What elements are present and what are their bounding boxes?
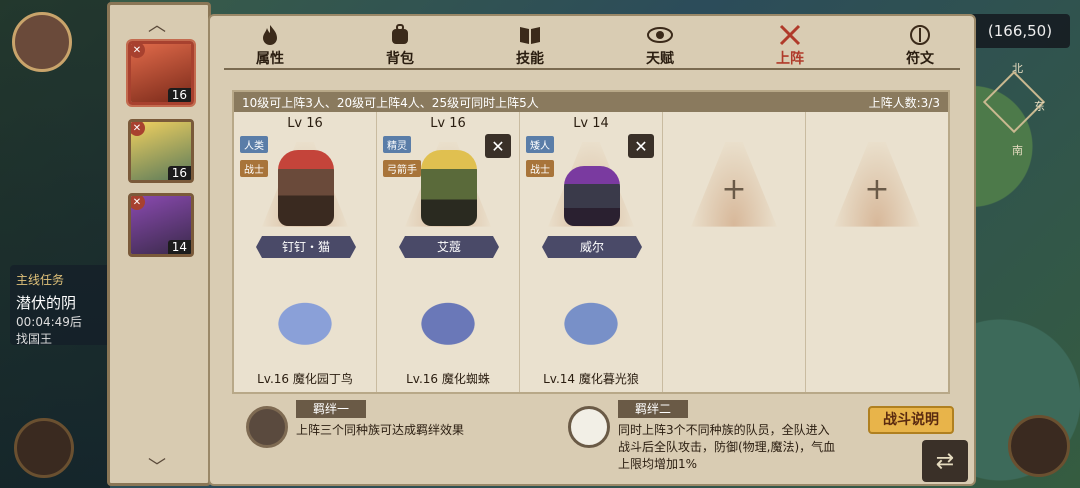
player-avatar[interactable] xyxy=(12,12,72,72)
hero-level: Lv 16 xyxy=(287,116,323,131)
empty-lineup-slot[interactable]: + xyxy=(663,112,806,392)
pet-name: Lv.16 魔化蜘蛛 xyxy=(406,372,490,386)
tab-label: 符文 xyxy=(906,51,934,67)
deployed-badge-icon: ✕ xyxy=(131,44,145,58)
lineup-header: 10级可上阵3人、20级可上阵4人、25级可同时上阵5人 上阵人数:3/3 xyxy=(234,92,948,112)
hero-name-banner: 钉钉・猫 xyxy=(256,236,356,258)
tab-label: 天赋 xyxy=(646,51,674,67)
roster-card-1[interactable]: ✕ 16 xyxy=(128,41,194,105)
hud-round-button-left[interactable] xyxy=(14,418,74,478)
scroll-up-icon[interactable]: ︿ xyxy=(148,11,166,37)
deployed-badge-icon: ✕ xyxy=(131,122,145,136)
tab-label: 属性 xyxy=(256,51,284,67)
race-tag: 矮人 xyxy=(526,136,554,153)
tab-attributes[interactable]: 属性 xyxy=(230,22,310,72)
hero-level: Lv 16 xyxy=(430,116,466,131)
pet-sprite xyxy=(395,282,501,358)
pet-name: Lv.14 魔化暮光狼 xyxy=(543,372,639,386)
lineup-rule: 10级可上阵3人、20级可上阵4人、25级可同时上阵5人 xyxy=(242,95,539,110)
class-tag: 弓箭手 xyxy=(383,160,421,177)
quest-tracker[interactable]: 主线任务 潜伏的阴 00:04:49后 找国王 xyxy=(10,265,110,346)
lineup-slot[interactable]: Lv 16 精灵 弓箭手 ✕ 艾蔻 Lv.16 魔化蜘蛛 xyxy=(377,112,520,392)
hud-round-button-right[interactable] xyxy=(1008,415,1070,477)
tab-lineup[interactable]: 上阵 xyxy=(750,22,830,72)
scroll-down-icon[interactable]: ﹀ xyxy=(148,453,166,479)
class-tag: 战士 xyxy=(526,160,554,177)
bond-title: 羁绊二 xyxy=(618,400,688,418)
lineup-panel: 属性 背包 技能 天赋 上阵 符文 10级可上阵3人、20级可上阵4人、25级可… xyxy=(208,14,976,486)
pet-name: Lv.16 魔化园丁鸟 xyxy=(257,372,353,386)
lineup-count: 上阵人数:3/3 xyxy=(868,95,940,110)
lineup-slot[interactable]: Lv 14 矮人 战士 ✕ 威尔 Lv.14 魔化暮光狼 xyxy=(520,112,663,392)
backpack-icon xyxy=(360,22,440,48)
hero-name-banner: 威尔 xyxy=(542,236,642,258)
map-coordinates: (166,50) xyxy=(970,14,1070,48)
bond-medal-icon xyxy=(246,406,288,448)
character-roster: ︿ ✕ 16 ✕ 16 ✕ 14 ﹀ xyxy=(107,2,211,486)
pet-sprite xyxy=(538,282,644,358)
hero-sprite xyxy=(421,150,477,226)
quest-title: 主线任务 xyxy=(16,273,65,287)
add-hero-plus-icon[interactable]: + xyxy=(806,172,948,207)
tab-label: 技能 xyxy=(516,51,544,67)
roster-level: 16 xyxy=(167,88,191,102)
remove-hero-button[interactable]: ✕ xyxy=(485,134,511,158)
race-tag: 人类 xyxy=(240,136,268,153)
crossed-swords-icon xyxy=(750,22,830,48)
hero-sprite xyxy=(278,150,334,226)
roster-card-3[interactable]: ✕ 14 xyxy=(128,193,194,257)
compass: 北 东 南 xyxy=(982,60,1052,170)
roster-level: 16 xyxy=(167,166,191,180)
compass-east: 东 xyxy=(1034,100,1045,113)
race-tag: 精灵 xyxy=(383,136,411,153)
bond-description: 上阵三个同种族可达成羁绊效果 xyxy=(296,423,465,437)
hero-name-banner: 艾蔻 xyxy=(399,236,499,258)
roster-level: 14 xyxy=(167,240,191,254)
tab-bar: 属性 背包 技能 天赋 上阵 符文 xyxy=(230,22,960,72)
bond-title: 羁绊一 xyxy=(296,400,366,418)
lineup-slots: Lv 16 人类 战士 钉钉・猫 Lv.16 魔化园丁鸟 Lv 16 精灵 弓箭… xyxy=(234,112,948,392)
add-hero-plus-icon[interactable]: + xyxy=(663,172,805,207)
tab-skills[interactable]: 技能 xyxy=(490,22,570,72)
quest-sub: 找国王 xyxy=(16,332,53,346)
quest-name: 潜伏的阴 xyxy=(16,294,77,312)
hero-level: Lv 14 xyxy=(573,116,609,131)
tab-label: 背包 xyxy=(386,51,414,67)
pet-sprite xyxy=(252,282,358,358)
tab-label: 上阵 xyxy=(776,51,804,67)
class-tag: 战士 xyxy=(240,160,268,177)
lineup-slot[interactable]: Lv 16 人类 战士 钉钉・猫 Lv.16 魔化园丁鸟 xyxy=(234,112,377,392)
bond-medal-icon xyxy=(568,406,610,448)
tab-backpack[interactable]: 背包 xyxy=(360,22,440,72)
deployed-badge-icon: ✕ xyxy=(131,196,145,210)
remove-hero-button[interactable]: ✕ xyxy=(628,134,654,158)
eye-icon xyxy=(620,22,700,48)
battle-info-button[interactable]: 战斗说明 xyxy=(868,406,954,434)
quest-time: 00:04:49后 xyxy=(16,315,82,329)
back-button[interactable]: ⇄ xyxy=(922,440,968,482)
hero-sprite xyxy=(564,166,620,226)
roster-card-2[interactable]: ✕ 16 xyxy=(128,119,194,183)
tab-divider xyxy=(224,68,960,70)
tab-runes[interactable]: 符文 xyxy=(880,22,960,72)
rune-icon xyxy=(880,22,960,48)
tab-talent[interactable]: 天赋 xyxy=(620,22,700,72)
bond-description: 同时上阵3个不同种族的队员，全队进入 战斗后全队攻击，防御(物理,魔法)，气血 … xyxy=(618,423,836,471)
empty-lineup-slot[interactable]: + xyxy=(806,112,948,392)
book-icon xyxy=(490,22,570,48)
compass-south: 南 xyxy=(1012,144,1023,157)
left-hud: 主线任务 潜伏的阴 00:04:49后 找国王 xyxy=(0,0,110,488)
flame-icon xyxy=(230,22,310,48)
lineup-board: 10级可上阵3人、20级可上阵4人、25级可同时上阵5人 上阵人数:3/3 Lv… xyxy=(232,90,950,394)
